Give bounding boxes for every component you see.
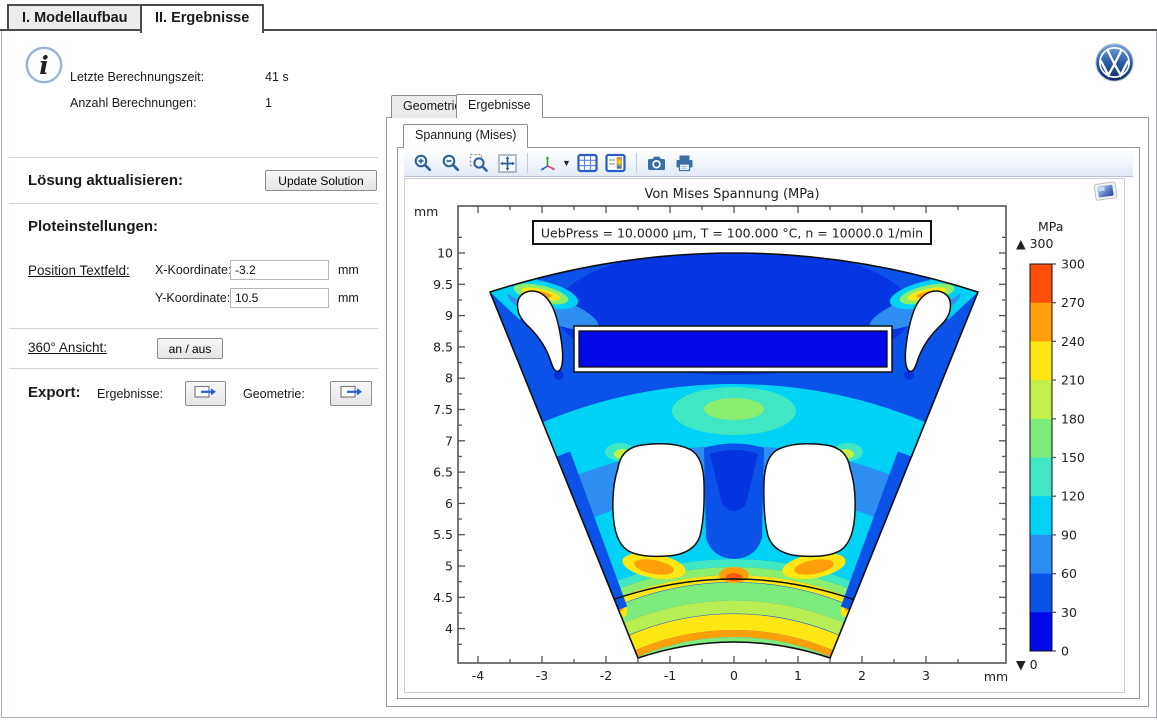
export-geometry-button[interactable] xyxy=(330,381,372,406)
svg-text:4.5: 4.5 xyxy=(433,590,453,605)
svg-text:120: 120 xyxy=(1061,489,1085,504)
legend-max-marker: ▲ 300 xyxy=(1016,236,1053,251)
x-axis-unit: mm xyxy=(984,669,1008,684)
svg-text:210: 210 xyxy=(1061,373,1085,388)
svg-text:UebPress = 10.0000 µm, T = 100: UebPress = 10.0000 µm, T = 100.000 °C, n… xyxy=(541,226,923,241)
tab-modellaufbau[interactable]: I. Modellaufbau xyxy=(7,4,143,29)
color-legend-icon[interactable] xyxy=(605,153,627,174)
svg-text:3: 3 xyxy=(922,668,930,683)
svg-text:270: 270 xyxy=(1061,295,1085,310)
last-computation-value: 41 s xyxy=(265,70,289,84)
tab-ergebnisse[interactable]: II. Ergebnisse xyxy=(140,4,264,33)
svg-text:2: 2 xyxy=(858,668,866,683)
svg-text:150: 150 xyxy=(1061,450,1085,465)
update-solution-button[interactable]: Update Solution xyxy=(265,170,377,191)
computation-count-value: 1 xyxy=(265,96,272,110)
svg-text:-2: -2 xyxy=(600,668,612,683)
textfield-position-label: Position Textfeld: xyxy=(28,263,130,278)
svg-text:6: 6 xyxy=(445,496,453,511)
svg-text:9.5: 9.5 xyxy=(433,277,453,292)
tab-spannung-mises[interactable]: Spannung (Mises) xyxy=(403,124,528,148)
export-label: Export: xyxy=(28,384,81,401)
svg-text:8: 8 xyxy=(445,371,453,386)
svg-text:10: 10 xyxy=(437,246,453,261)
svg-text:300: 300 xyxy=(1061,257,1085,272)
plot-settings-heading: Ploteinstellungen: xyxy=(28,218,158,235)
toolbar-separator xyxy=(636,153,637,173)
svg-text:240: 240 xyxy=(1061,334,1085,349)
grid-icon[interactable] xyxy=(577,153,599,174)
info-icon: i xyxy=(24,45,64,90)
cooling-hole-right xyxy=(764,444,855,557)
svg-text:-1: -1 xyxy=(664,668,676,683)
export-results-button[interactable] xyxy=(185,381,226,406)
x-coordinate-input[interactable] xyxy=(230,260,329,280)
color-legend: MPa ▲ 300 ▼ 0 30027024021018015012090603… xyxy=(1016,219,1085,672)
svg-text:0: 0 xyxy=(1061,644,1069,659)
y-coordinate-input[interactable] xyxy=(230,288,329,308)
export-geometry-label: Geometrie: xyxy=(243,387,305,401)
last-computation-label: Letzte Berechnungszeit: xyxy=(70,70,204,84)
chevron-down-icon[interactable]: ▼ xyxy=(562,158,571,168)
plot-window-icon[interactable] xyxy=(1094,182,1117,201)
x-coordinate-label: X-Koordinate: xyxy=(155,263,231,277)
snapshot-camera-icon[interactable] xyxy=(646,153,668,174)
zoom-in-icon[interactable] xyxy=(412,153,434,174)
computation-count-label: Anzahl Berechnungen: xyxy=(70,96,196,110)
divider xyxy=(9,203,378,204)
divider xyxy=(9,328,378,329)
x-coordinate-unit: mm xyxy=(338,263,359,277)
divider xyxy=(9,157,378,158)
legend-unit: MPa xyxy=(1038,219,1063,234)
zoom-extents-icon[interactable] xyxy=(496,153,518,174)
y-coordinate-label: Y-Koordinate: xyxy=(155,291,230,305)
magnet xyxy=(579,331,887,367)
svg-text:-4: -4 xyxy=(472,668,485,683)
view-360-label: 360° Ansicht: xyxy=(28,340,107,355)
main-tab-bar: I. Modellaufbau II. Ergebnisse xyxy=(0,0,1157,31)
plot-title: Von Mises Spannung (MPa) xyxy=(644,187,819,202)
svg-text:-3: -3 xyxy=(536,668,548,683)
cooling-hole-left xyxy=(613,444,704,557)
svg-text:5.5: 5.5 xyxy=(433,527,453,542)
export-icon xyxy=(340,385,363,403)
zoom-box-icon[interactable] xyxy=(468,153,490,174)
svg-text:5: 5 xyxy=(445,559,453,574)
plot-canvas[interactable]: Von Mises Spannung (MPa) mm mm xyxy=(404,178,1125,693)
svg-text:9: 9 xyxy=(445,308,453,323)
update-solution-label: Lösung aktualisieren: xyxy=(28,172,183,189)
tab-ergebnisse-plot[interactable]: Ergebnisse xyxy=(456,94,543,118)
y-coordinate-unit: mm xyxy=(338,291,359,305)
svg-text:4: 4 xyxy=(445,621,453,636)
svg-text:8.5: 8.5 xyxy=(433,339,453,354)
svg-text:7.5: 7.5 xyxy=(433,402,453,417)
vw-logo xyxy=(1095,43,1134,87)
svg-text:30: 30 xyxy=(1061,605,1077,620)
legend-min-marker: ▼ 0 xyxy=(1016,657,1038,672)
toggle-360-button[interactable]: an / aus xyxy=(157,338,223,359)
zoom-out-icon[interactable] xyxy=(440,153,462,174)
svg-text:6.5: 6.5 xyxy=(433,465,453,480)
print-icon[interactable] xyxy=(674,153,696,174)
svg-text:180: 180 xyxy=(1061,411,1085,426)
svg-text:1: 1 xyxy=(794,668,802,683)
graphics-toolbar: ▼ xyxy=(404,150,1133,177)
svg-text:90: 90 xyxy=(1061,527,1077,542)
divider xyxy=(9,368,378,369)
parameter-annotation: UebPress = 10.0000 µm, T = 100.000 °C, n… xyxy=(533,221,931,244)
toolbar-separator xyxy=(527,153,528,173)
view-orientation-icon[interactable] xyxy=(537,153,559,174)
app-window: I. Modellaufbau II. Ergebnisse i Letzte … xyxy=(0,0,1157,720)
y-axis-unit: mm xyxy=(414,204,438,219)
svg-text:60: 60 xyxy=(1061,566,1077,581)
svg-text:0: 0 xyxy=(730,668,738,683)
export-icon xyxy=(194,385,217,403)
export-results-label: Ergebnisse: xyxy=(97,387,163,401)
svg-text:i: i xyxy=(39,51,49,80)
svg-text:7: 7 xyxy=(445,433,453,448)
